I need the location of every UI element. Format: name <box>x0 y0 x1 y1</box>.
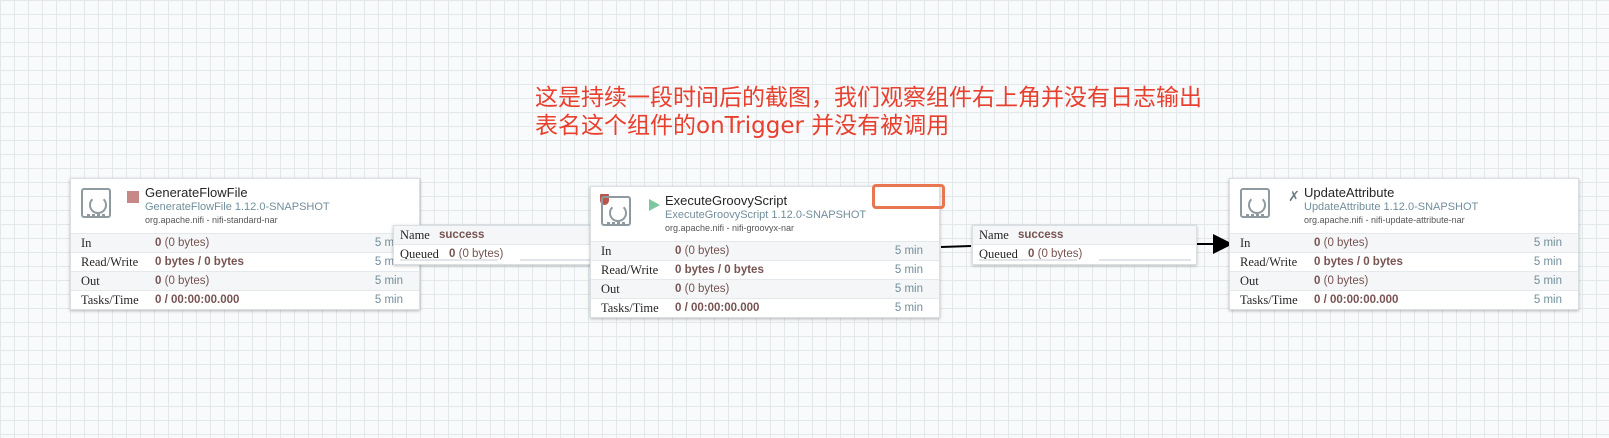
play-icon <box>649 199 660 211</box>
connection-success-2[interactable]: Name success Queued 0 (0 bytes) <box>972 225 1197 265</box>
stat-row-readwrite: Read/Write 0 bytes / 0 bytes 5 min <box>1230 252 1578 271</box>
annotation-line-1: 这是持续一段时间后的截图，我们观察组件右上角并没有日志输出 <box>535 85 1202 111</box>
stat-row-out: Out 0 (0 bytes) 5 min <box>71 271 419 290</box>
stat-row-out: Out 0 (0 bytes) 5 min <box>591 279 939 298</box>
queue-progress-bars <box>400 259 612 262</box>
connection-success-1[interactable]: Name success Queued 0 (0 bytes) <box>393 225 618 265</box>
processor-bundle: org.apache.nifi - nifi-standard-nar <box>145 215 278 225</box>
processor-updateattribute[interactable]: ✗ UpdateAttribute UpdateAttribute 1.12.0… <box>1229 178 1579 310</box>
processor-header: ✗ UpdateAttribute UpdateAttribute 1.12.0… <box>1230 179 1578 233</box>
processor-name: ExecuteGroovyScript <box>665 193 788 208</box>
annotation-note: 这是持续一段时间后的截图，我们观察组件右上角并没有日志输出 表名这个组件的onT… <box>535 84 1202 140</box>
stop-icon <box>127 191 139 203</box>
connection-line-c2-in[interactable] <box>940 245 972 248</box>
processor-type: ExecuteGroovyScript 1.12.0-SNAPSHOT <box>665 209 867 221</box>
processor-icon <box>601 196 631 226</box>
processor-bundle: org.apache.nifi - nifi-groovyx-nar <box>665 223 795 233</box>
stat-row-in: In 0 (0 bytes) 5 min <box>71 233 419 252</box>
processor-icon <box>81 188 111 218</box>
processor-header: GenerateFlowFile GenerateFlowFile 1.12.0… <box>71 179 419 233</box>
processor-bundle: org.apache.nifi - nifi-update-attribute-… <box>1304 215 1465 225</box>
stat-row-in: In 0 (0 bytes) 5 min <box>591 241 939 260</box>
stat-row-readwrite: Read/Write 0 bytes / 0 bytes 5 min <box>71 252 419 271</box>
bulletin-area-highlight <box>872 184 945 209</box>
processor-generateflowfile[interactable]: GenerateFlowFile GenerateFlowFile 1.12.0… <box>70 178 420 310</box>
stat-row-out: Out 0 (0 bytes) 5 min <box>1230 271 1578 290</box>
disabled-icon: ✗ <box>1288 188 1300 204</box>
stat-row-in: In 0 (0 bytes) 5 min <box>1230 233 1578 252</box>
stat-row-tasks: Tasks/Time 0 / 00:00:00.000 5 min <box>591 298 939 317</box>
stat-row-tasks: Tasks/Time 0 / 00:00:00.000 5 min <box>1230 290 1578 309</box>
processor-type: UpdateAttribute 1.12.0-SNAPSHOT <box>1304 201 1479 213</box>
processor-type: GenerateFlowFile 1.12.0-SNAPSHOT <box>145 201 330 213</box>
processor-name: UpdateAttribute <box>1304 185 1395 200</box>
connection-name-row: Name success <box>394 226 617 245</box>
connection-name-row: Name success <box>973 226 1196 245</box>
flow-canvas[interactable]: GenerateFlowFile GenerateFlowFile 1.12.0… <box>0 0 1609 438</box>
processor-icon <box>1240 188 1270 218</box>
processor-name: GenerateFlowFile <box>145 185 248 200</box>
queue-progress-bars <box>979 259 1191 262</box>
stat-row-readwrite: Read/Write 0 bytes / 0 bytes 5 min <box>591 260 939 279</box>
stat-row-tasks: Tasks/Time 0 / 00:00:00.000 5 min <box>71 290 419 309</box>
annotation-line-2: 表名这个组件的onTrigger 并没有被调用 <box>535 113 950 139</box>
